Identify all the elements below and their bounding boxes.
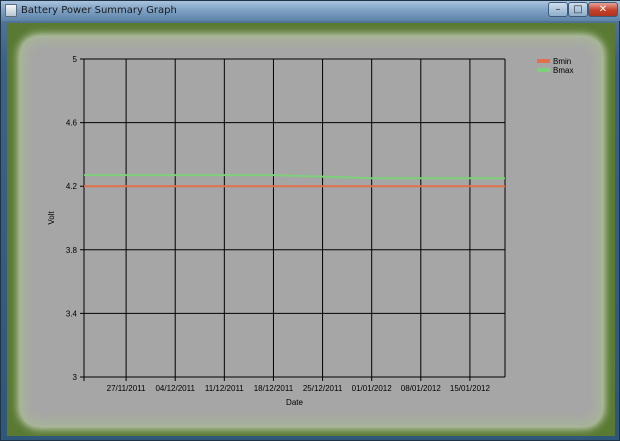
x-tick-label: 18/12/2011: [254, 384, 294, 393]
series-line-bmax: [84, 174, 505, 180]
legend-label-bmax: Bmax: [553, 66, 573, 75]
x-axis-label: Date: [286, 398, 303, 407]
y-tick-label: 3: [73, 373, 78, 382]
y-tick-label: 4.2: [66, 182, 78, 191]
y-axis-label: Volt: [47, 211, 56, 225]
legend-label-bmin: Bmin: [553, 57, 571, 66]
app-icon: [5, 4, 17, 17]
battery-chart: 3 3.4 3.8 4.2 4.6 5 27/11/2011 04/12/2011 11/12/…: [47, 55, 573, 407]
y-tick-label: 5: [73, 55, 78, 64]
y-tick-label: 3.4: [66, 309, 78, 318]
x-tick-label: 11/12/2011: [205, 384, 244, 393]
title-bar[interactable]: Battery Power Summary Graph – □ ✕: [1, 1, 620, 21]
minimize-button[interactable]: –: [548, 2, 568, 17]
x-tick-label: 01/01/2012: [352, 384, 393, 393]
y-tick-label: 4.6: [66, 119, 78, 128]
close-button[interactable]: ✕: [588, 2, 618, 17]
x-tick-label: 25/12/2011: [303, 384, 343, 393]
x-tick-label: 15/01/2012: [450, 384, 491, 393]
x-tick-label: 08/01/2012: [401, 384, 442, 393]
window-client-area: 3 3.4 3.8 4.2 4.6 5 27/11/2011 04/12/2011 11/12/…: [7, 23, 615, 436]
x-tick-label: 04/12/2011: [155, 384, 195, 393]
app-window: Battery Power Summary Graph – □ ✕ 3 3.4 3.…: [0, 0, 620, 441]
maximize-button[interactable]: □: [568, 2, 588, 17]
x-tick-label: 27/11/2011: [107, 384, 146, 393]
y-tick-label: 3.8: [66, 246, 78, 255]
window-title: Battery Power Summary Graph: [21, 5, 177, 16]
